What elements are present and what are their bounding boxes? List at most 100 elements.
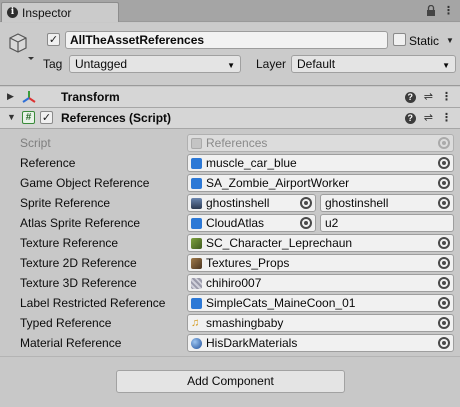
texture2d-reference-field[interactable]: Textures_Props bbox=[187, 254, 454, 272]
object-picker-icon[interactable] bbox=[300, 197, 312, 209]
property-row-label-restricted-reference: Label Restricted Reference SimpleCats_Ma… bbox=[0, 293, 460, 313]
object-picker-icon[interactable] bbox=[300, 217, 312, 229]
chevron-down-icon: ▼ bbox=[442, 61, 450, 70]
transform-title: Transform bbox=[61, 90, 120, 104]
property-label: Atlas Sprite Reference bbox=[20, 216, 141, 230]
presets-icon[interactable]: ⇌ bbox=[424, 91, 433, 103]
static-dropdown-arrow-icon[interactable]: ▼ bbox=[446, 36, 454, 45]
property-label: Texture Reference bbox=[20, 236, 119, 250]
texture2d-reference-value: Textures_Props bbox=[206, 256, 290, 270]
layer-dropdown[interactable]: Default ▼ bbox=[291, 55, 456, 73]
typed-reference-field[interactable]: ♫ smashingbaby bbox=[187, 314, 454, 332]
gameobject-reference-field[interactable]: SA_Zombie_AirportWorker bbox=[187, 174, 454, 192]
object-picker-icon[interactable] bbox=[438, 277, 450, 289]
tag-value: Untagged bbox=[75, 57, 128, 71]
transform-component-header[interactable]: ▶ Transform ? ⇌ ⋮ bbox=[0, 87, 460, 108]
texture-reference-field[interactable]: SC_Character_Leprechaun bbox=[187, 234, 454, 252]
sprite-reference-value: ghostinshell bbox=[206, 196, 270, 210]
property-label: Script bbox=[20, 136, 51, 150]
prefab-cube-icon bbox=[191, 158, 202, 169]
lock-icon[interactable] bbox=[426, 5, 436, 17]
reference-value: muscle_car_blue bbox=[206, 156, 297, 170]
active-checkbox[interactable]: ✓ bbox=[47, 33, 60, 46]
info-icon: i bbox=[7, 7, 18, 18]
texture-icon bbox=[191, 258, 202, 269]
inspector-footer: Add Component bbox=[0, 356, 460, 407]
presets-icon[interactable]: ⇌ bbox=[424, 112, 433, 124]
audio-clip-icon: ♫ bbox=[191, 317, 200, 329]
gameobject-cube-icon[interactable] bbox=[6, 30, 36, 60]
property-label: Label Restricted Reference bbox=[20, 296, 166, 310]
object-picker-icon[interactable] bbox=[438, 257, 450, 269]
static-checkbox[interactable] bbox=[393, 33, 406, 46]
texture3d-reference-field[interactable]: chihiro007 bbox=[187, 274, 454, 292]
atlas-reference-value: CloudAtlas bbox=[206, 216, 265, 230]
sprite-subasset-value: ghostinshell bbox=[325, 196, 389, 210]
property-row-material-reference: Material Reference HisDarkMaterials bbox=[0, 333, 460, 353]
material-sphere-icon bbox=[191, 338, 202, 349]
property-row-gameobject-reference: Game Object Reference SA_Zombie_AirportW… bbox=[0, 173, 460, 193]
tab-tools: ⋮ bbox=[426, 4, 454, 18]
atlas-sprite-name-field[interactable]: u2 bbox=[320, 214, 454, 232]
references-title: References (Script) bbox=[61, 111, 172, 125]
inspector-tab-label: Inspector bbox=[22, 5, 72, 20]
transform-tools: ? ⇌ ⋮ bbox=[404, 91, 452, 103]
object-picker-icon[interactable] bbox=[438, 157, 450, 169]
script-value: References bbox=[206, 136, 268, 150]
atlas-reference-field[interactable]: CloudAtlas bbox=[187, 214, 316, 232]
material-reference-field[interactable]: HisDarkMaterials bbox=[187, 334, 454, 352]
property-row-typed-reference: Typed Reference ♫ smashingbaby bbox=[0, 313, 460, 333]
inspector-tab[interactable]: i Inspector bbox=[1, 2, 119, 22]
property-row-texture2d-reference: Texture 2D Reference Textures_Props bbox=[0, 253, 460, 273]
property-label: Game Object Reference bbox=[20, 176, 150, 190]
property-label: Typed Reference bbox=[20, 316, 112, 330]
layer-label: Layer bbox=[256, 57, 287, 71]
property-label: Material Reference bbox=[20, 336, 122, 350]
property-label: Texture 2D Reference bbox=[20, 256, 137, 270]
kebab-menu-icon[interactable]: ⋮ bbox=[443, 4, 454, 18]
property-label: Reference bbox=[20, 156, 76, 170]
object-picker-icon[interactable] bbox=[438, 197, 450, 209]
property-row-texture-reference: Texture Reference SC_Character_Leprechau… bbox=[0, 233, 460, 253]
property-label: Texture 3D Reference bbox=[20, 276, 137, 290]
prefab-cube-icon bbox=[191, 298, 202, 309]
property-row-sprite-reference: Sprite Reference ghostinshell ghostinshe… bbox=[0, 193, 460, 213]
tag-dropdown[interactable]: Untagged ▼ bbox=[69, 55, 241, 73]
help-icon[interactable]: ? bbox=[404, 91, 416, 103]
references-tools: ? ⇌ ⋮ bbox=[404, 112, 452, 124]
object-picker-icon[interactable] bbox=[438, 337, 450, 349]
properties-panel: Script References Reference muscle_car_b… bbox=[0, 130, 460, 355]
property-row-script: Script References bbox=[0, 133, 460, 153]
chevron-down-icon: ▼ bbox=[227, 61, 235, 70]
label-restricted-reference-field[interactable]: SimpleCats_MaineCoon_01 bbox=[187, 294, 454, 312]
help-icon[interactable]: ? bbox=[404, 112, 416, 124]
label-restricted-reference-value: SimpleCats_MaineCoon_01 bbox=[206, 296, 356, 310]
property-row-texture3d-reference: Texture 3D Reference chihiro007 bbox=[0, 273, 460, 293]
object-picker-icon[interactable] bbox=[438, 237, 450, 249]
material-reference-value: HisDarkMaterials bbox=[206, 336, 298, 350]
foldout-expanded-icon[interactable]: ▼ bbox=[7, 112, 16, 122]
object-picker-icon[interactable] bbox=[438, 177, 450, 189]
object-picker-icon[interactable] bbox=[438, 317, 450, 329]
script-hash-icon: # bbox=[22, 111, 35, 124]
kebab-menu-icon[interactable]: ⋮ bbox=[441, 91, 452, 103]
script-asset-icon bbox=[191, 138, 202, 149]
gameobject-header: ✓ AllTheAssetReferences Static ▼ Tag Unt… bbox=[0, 23, 460, 86]
sprite-reference-field[interactable]: ghostinshell bbox=[187, 194, 316, 212]
component-enabled-checkbox[interactable]: ✓ bbox=[40, 111, 53, 124]
foldout-collapsed-icon[interactable]: ▶ bbox=[7, 91, 14, 102]
object-name-field[interactable]: AllTheAssetReferences bbox=[65, 31, 388, 49]
reference-field[interactable]: muscle_car_blue bbox=[187, 154, 454, 172]
add-component-button[interactable]: Add Component bbox=[116, 370, 345, 393]
object-picker-icon[interactable] bbox=[438, 297, 450, 309]
object-picker-icon bbox=[438, 137, 450, 149]
texture-reference-value: SC_Character_Leprechaun bbox=[206, 236, 353, 250]
sprite-subasset-field[interactable]: ghostinshell bbox=[320, 194, 454, 212]
references-component-header[interactable]: ▼ # ✓ References (Script) ? ⇌ ⋮ bbox=[0, 108, 460, 129]
typed-reference-value: smashingbaby bbox=[206, 316, 284, 330]
prefab-cube-icon bbox=[191, 218, 202, 229]
inspector-tab-bar: i Inspector ⋮ bbox=[0, 0, 460, 22]
property-row-reference: Reference muscle_car_blue bbox=[0, 153, 460, 173]
script-field: References bbox=[187, 134, 454, 152]
kebab-menu-icon[interactable]: ⋮ bbox=[441, 112, 452, 124]
